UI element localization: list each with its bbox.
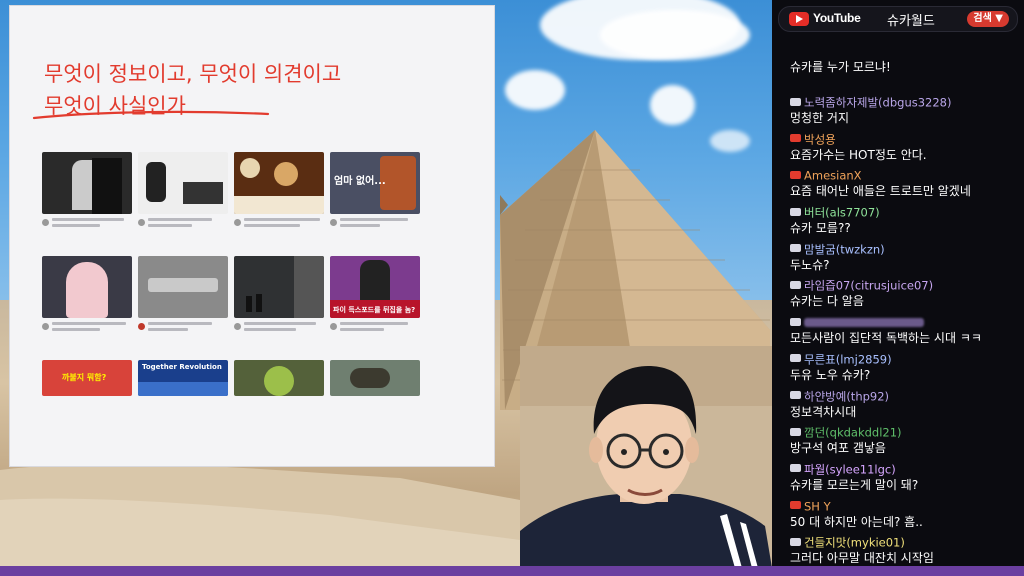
video-thumbnail[interactable] <box>234 152 324 230</box>
chat-message: 라임즙07(citrusjuice07) 슈카는 다 알음 <box>790 269 1020 308</box>
chat-message: 하얀방예(thp92) 정보격차시대 <box>790 380 1020 419</box>
thumbnail-image: 엄마 없어... <box>330 152 420 214</box>
youtube-icon <box>789 12 809 26</box>
video-thumbnail[interactable]: 파이 득스포드를 뒤집을 놈? <box>330 256 420 334</box>
chat-author-row: 버터(als7707) <box>790 202 880 220</box>
video-thumbnail[interactable]: 엄마 없어... <box>330 152 420 230</box>
chat-message: SH Y 50 대 하지만 아는데? 흠.. <box>790 490 1020 529</box>
chat-author-name[interactable]: 파월(sylee11lgc) <box>804 462 896 476</box>
presenter-image <box>520 346 772 568</box>
thumbnail-image: 파이 득스포드를 뒤집을 놈? <box>330 256 420 318</box>
webcam-presenter <box>520 346 772 568</box>
chat-author-row: 맘발굼(twzkzn) <box>790 239 885 256</box>
slide-title-line1: 무엇이 정보이고, 무엇이 의견이고 <box>44 62 342 86</box>
chat-badge-icon <box>790 280 801 289</box>
thumbnail-image <box>234 256 324 318</box>
chat-message: 박성용 요즘가수는 HOT정도 안다. <box>790 123 1020 162</box>
chat-author-name[interactable]: 박성용 <box>804 132 836 146</box>
youtube-badge-icon <box>790 134 801 143</box>
title-underline <box>32 110 270 120</box>
chat-message-text: 그러다 아무말 대잔치 시작임 <box>790 551 934 566</box>
chat-author-name[interactable]: SH Y <box>804 499 831 513</box>
chat-author-row: SH Y <box>790 496 831 513</box>
bottom-bar <box>0 566 1024 576</box>
video-thumbnail[interactable]: Together Revolution <box>138 360 228 396</box>
thumbnail-image <box>330 360 420 396</box>
thumbnail-image: Together Revolution <box>138 360 228 396</box>
chat-badge-icon <box>790 391 801 399</box>
video-thumbnail[interactable] <box>138 256 228 334</box>
video-thumbnail[interactable] <box>138 152 228 230</box>
chat-author-row: 무른표(lmj2859) <box>790 349 892 366</box>
chat-message-list: 슈카를 누가 모르냐! 노력좀하자제발(dbgus3228) 멍청한 거지 박성용 요… <box>790 50 1020 566</box>
chat-author-name[interactable]: 하얀방예(thp92) <box>804 389 889 403</box>
chat-author-name[interactable]: AmesianX <box>804 169 862 183</box>
youtube-badge-icon <box>790 501 801 510</box>
thumbnail-image <box>234 360 324 396</box>
thumbnail-caption: Together Revolution <box>142 363 222 371</box>
platform-name: YouTube <box>813 11 861 25</box>
chat-author-name[interactable]: 노력좀하자제발(dbgus3228) <box>804 96 951 110</box>
thumbnail-image: 까불지 뭐함? <box>42 360 132 396</box>
thumbnail-image <box>42 152 132 214</box>
chat-author-name[interactable]: 깜던(qkdakddl21) <box>804 426 902 440</box>
thumbnail-caption: 파이 득스포드를 뒤집을 놈? <box>333 306 416 314</box>
chat-message: 맘발굼(twzkzn) 두노슈? <box>790 233 1020 272</box>
chat-badge-icon <box>790 244 801 253</box>
chat-badge-icon <box>790 317 801 326</box>
chat-message: 깜던(qkdakddl21) 방구석 여포 갬낳음 <box>790 416 1020 455</box>
chat-message: 파월(sylee11lgc) 슈카를 모르는게 말이 돼? <box>790 453 1020 492</box>
chat-author-row: AmesianX <box>790 165 862 183</box>
chat-message: 모든사람이 집단적 독백하는 시대 ㅋㅋ <box>790 306 1020 345</box>
live-chat-panel: YouTube 슈카월드 검색 ▼ 슈카를 누가 모르냐! 노력좀하자제발(db… <box>772 0 1024 566</box>
chat-author-row: 파월(sylee11lgc) <box>790 459 896 476</box>
chat-author-row: 깜던(qkdakddl21) <box>790 422 902 440</box>
chat-message: 무른표(lmj2859) 두유 노우 슈카? <box>790 343 1020 382</box>
video-thumbnail[interactable] <box>42 152 132 230</box>
thumbnail-image <box>138 152 228 214</box>
chat-author-name[interactable]: 맘발굼(twzkzn) <box>804 242 885 256</box>
chat-message: AmesianX 요즘 태어난 애들은 트로트만 알겠네 <box>790 159 1020 198</box>
chat-author-row: 라임즙07(citrusjuice07) <box>790 275 933 293</box>
video-thumbnail[interactable] <box>234 256 324 334</box>
chat-author-row <box>790 312 924 328</box>
chat-message: 노력좀하자제발(dbgus3228) 멍청한 거지 <box>790 86 1020 125</box>
chat-header: YouTube 슈카월드 검색 ▼ <box>778 6 1018 32</box>
search-button[interactable]: 검색 ▼ <box>967 11 1009 27</box>
video-thumbnail[interactable] <box>42 256 132 334</box>
chat-message-text: 슈카를 누가 모르냐! <box>790 60 891 74</box>
video-thumbnail[interactable]: 까불지 뭐함? <box>42 360 132 396</box>
chat-author-name-redacted <box>804 318 924 328</box>
chat-badge-icon <box>790 207 801 216</box>
chat-message: 버터(als7707) 슈카 모름?? <box>790 196 1020 235</box>
chat-message: 슈카를 누가 모르냐! <box>790 50 1020 86</box>
chat-message: 건들지맛(mykie01) 그러다 아무말 대잔치 시작임 <box>790 526 1020 566</box>
thumbnail-image <box>42 256 132 318</box>
chat-badge-icon <box>790 537 801 546</box>
video-thumbnail[interactable] <box>234 360 324 396</box>
chat-author-name[interactable]: 라임즙07(citrusjuice07) <box>804 279 933 293</box>
chat-author-name[interactable]: 건들지맛(mykie01) <box>804 536 905 550</box>
channel-name: 슈카월드 <box>887 14 935 29</box>
search-label: 검색 <box>973 13 992 24</box>
chat-author-row: 박성용 <box>790 129 836 146</box>
chat-badge-icon <box>790 354 801 363</box>
chat-author-name[interactable]: 버터(als7707) <box>804 206 880 220</box>
chat-author-row: 건들지맛(mykie01) <box>790 532 905 550</box>
chat-author-row: 노력좀하자제발(dbgus3228) <box>790 92 951 110</box>
youtube-badge-icon <box>790 170 801 179</box>
chat-author-row: 하얀방예(thp92) <box>790 386 889 403</box>
chat-badge-icon <box>790 464 801 473</box>
chat-badge-icon <box>790 97 801 106</box>
thumbnail-caption: 까불지 뭐함? <box>62 373 107 382</box>
chat-badge-icon <box>790 427 801 436</box>
thumbnail-caption: 엄마 없어... <box>334 176 386 187</box>
thumbnail-image <box>138 256 228 318</box>
presentation-slide: 무엇이 정보이고, 무엇이 의견이고 무엇이 사실인가 엄마 없어... 파이 … <box>10 6 494 466</box>
thumbnail-image <box>234 152 324 214</box>
video-thumbnail[interactable] <box>330 360 420 396</box>
chat-author-name[interactable]: 무른표(lmj2859) <box>804 352 892 366</box>
